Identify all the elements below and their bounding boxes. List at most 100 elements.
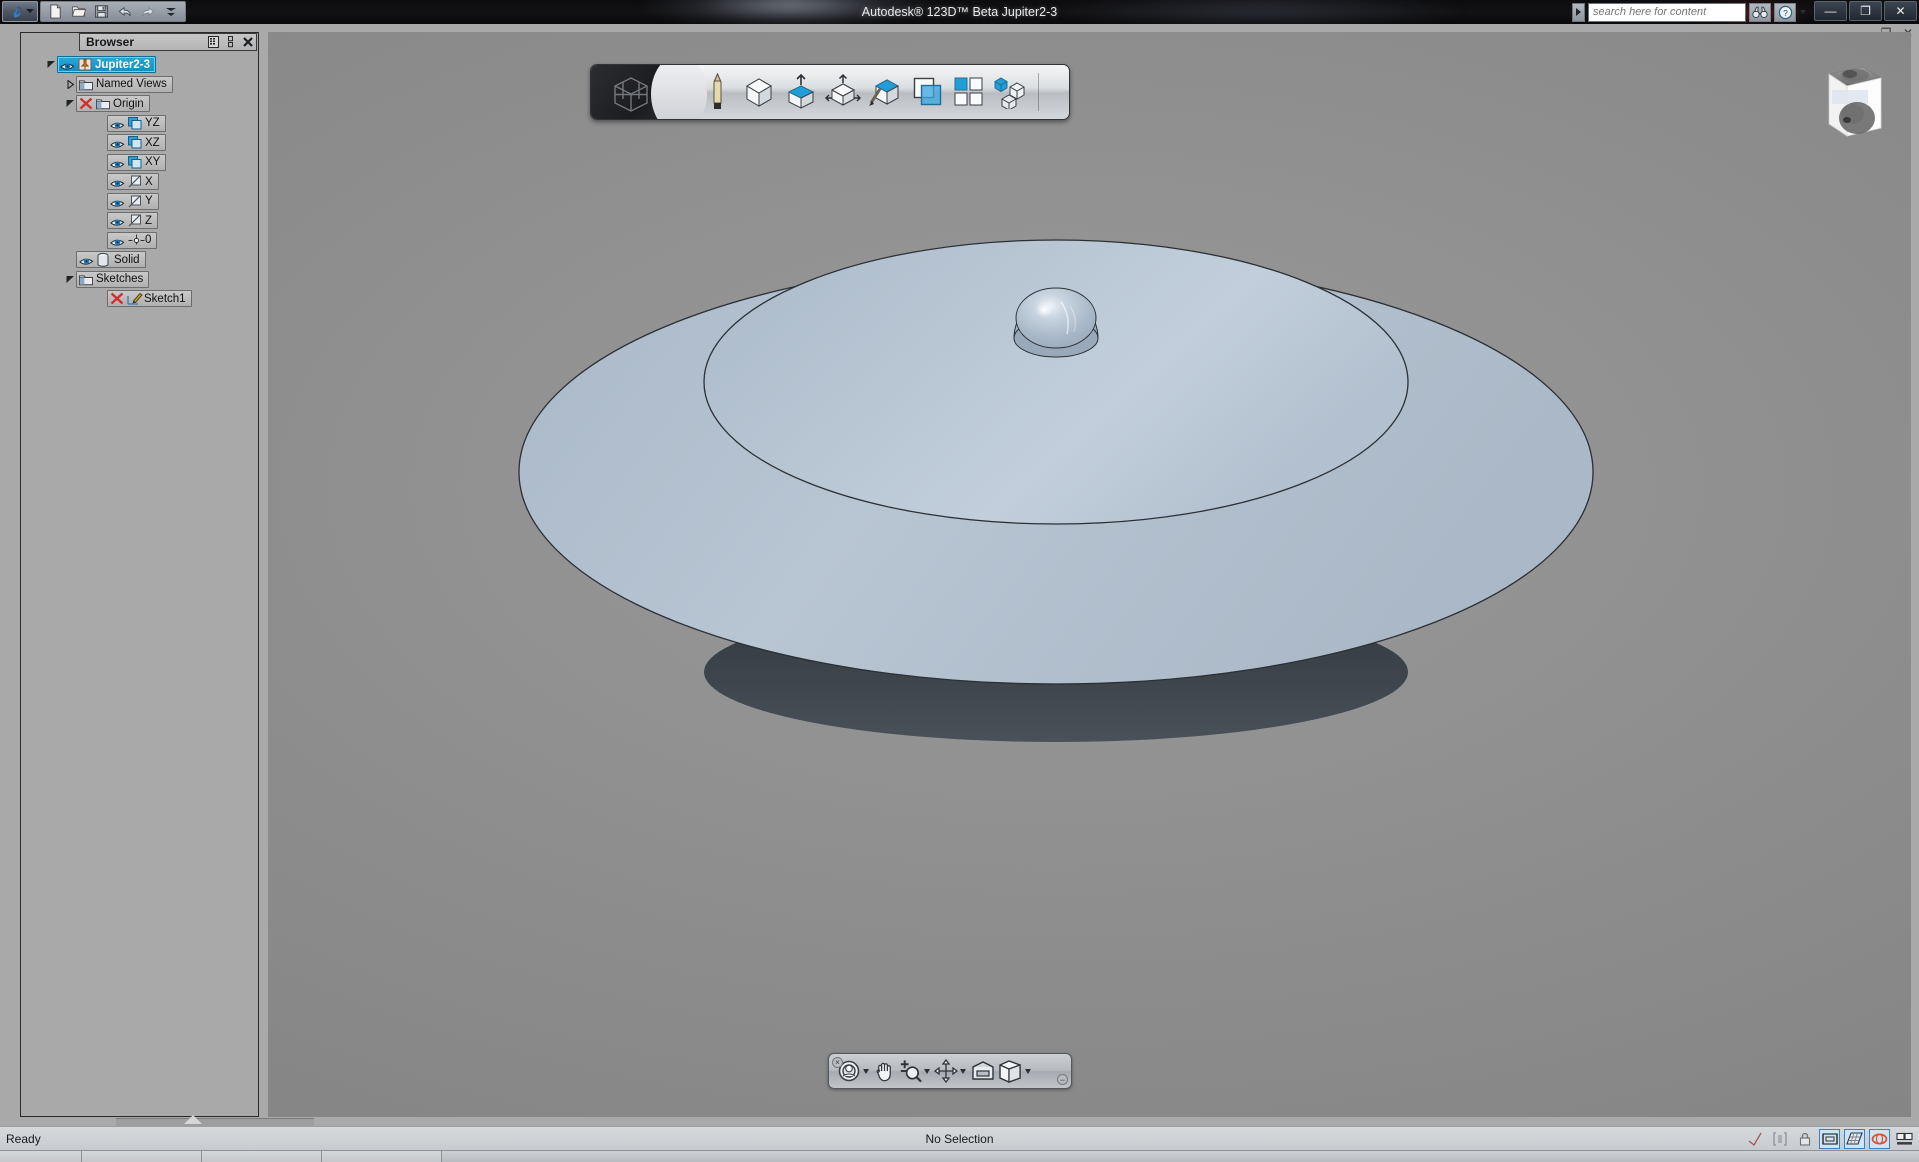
constraint-icon[interactable] xyxy=(1769,1129,1790,1149)
tree-node[interactable]: XZ xyxy=(107,134,166,152)
look-at-tool-button[interactable] xyxy=(970,1056,996,1086)
home-button[interactable] xyxy=(591,65,707,119)
column-icon[interactable] xyxy=(222,34,239,50)
tree-row-y[interactable]: Y xyxy=(21,192,260,212)
search-input[interactable] xyxy=(1588,2,1746,22)
help-icon[interactable]: ? xyxy=(1774,2,1796,22)
model-saucer[interactable] xyxy=(268,32,1911,1117)
view-cube[interactable] xyxy=(1807,58,1891,146)
taskbar-item[interactable] xyxy=(0,1151,82,1162)
navbar-close-icon[interactable]: × xyxy=(832,1057,843,1068)
application-menu-button[interactable] xyxy=(2,1,38,22)
sketch-grid-icon[interactable] xyxy=(1844,1128,1865,1149)
tree-node[interactable]: Sketch1 xyxy=(107,290,192,308)
help-dropdown-icon[interactable] xyxy=(1800,10,1806,14)
scroll-resize-handle[interactable] xyxy=(184,1115,202,1124)
tree-row-sketches[interactable]: Sketches xyxy=(21,270,260,290)
visibility-eye-icon[interactable] xyxy=(60,59,75,70)
visibility-eye-icon[interactable] xyxy=(110,137,125,148)
tree-node[interactable]: X xyxy=(107,173,159,191)
maximize-button[interactable]: ❐ xyxy=(1849,1,1882,21)
tree-row-z[interactable]: Z xyxy=(21,211,260,231)
status-bar: Ready No Selection xyxy=(0,1126,1919,1150)
visibility-eye-icon[interactable] xyxy=(110,176,125,187)
tree-row-solid[interactable]: Solid xyxy=(21,250,260,270)
lock-icon[interactable] xyxy=(1794,1129,1815,1149)
visibility-eye-icon[interactable] xyxy=(110,157,125,168)
3d-viewport[interactable]: × − xyxy=(268,32,1911,1117)
taskbar-item[interactable] xyxy=(202,1151,322,1162)
layout-icon[interactable] xyxy=(1894,1129,1915,1149)
tree-node[interactable]: Y xyxy=(107,192,159,210)
visibility-eye-icon[interactable] xyxy=(110,215,125,226)
hidden-cross-icon[interactable] xyxy=(110,292,124,305)
display-dropdown-icon[interactable] xyxy=(1025,1068,1031,1074)
display-settings-button[interactable] xyxy=(997,1056,1023,1086)
visibility-eye-icon[interactable] xyxy=(110,118,125,129)
minimize-button[interactable]: — xyxy=(1814,1,1847,21)
new-file-button[interactable] xyxy=(45,2,66,21)
chevron-right-icon[interactable] xyxy=(64,78,76,90)
taskbar-item[interactable] xyxy=(82,1151,202,1162)
tree-node[interactable]: Origin xyxy=(76,95,150,113)
visibility-eye-icon[interactable] xyxy=(79,254,94,265)
snap-icon[interactable] xyxy=(1744,1129,1765,1149)
tree-node[interactable]: Named Views xyxy=(76,75,173,93)
tree-node[interactable]: YZ xyxy=(107,114,166,132)
customize-qat-button[interactable] xyxy=(160,2,181,21)
tree-row-x[interactable]: X xyxy=(21,172,260,192)
chevron-down-icon[interactable] xyxy=(45,59,57,71)
tree-node-label: Sketch1 xyxy=(144,292,186,305)
tree-node[interactable]: Solid xyxy=(76,251,146,269)
modify-tool-button[interactable] xyxy=(822,69,864,115)
tree-row-sketch1[interactable]: Sketch1 xyxy=(21,289,260,309)
tree-node[interactable]: 0 xyxy=(107,231,158,249)
taskbar-item[interactable] xyxy=(322,1151,442,1162)
pan-tool-button[interactable] xyxy=(873,1056,896,1086)
tree-node[interactable]: Z xyxy=(107,212,159,230)
visibility-eye-icon[interactable] xyxy=(110,196,125,207)
zoom-dropdown-icon[interactable] xyxy=(924,1068,930,1074)
tree-row-origin[interactable]: Origin xyxy=(21,94,260,114)
tree-node[interactable]: Jupiter2-3 xyxy=(57,56,156,74)
navbar-minimize-icon[interactable]: − xyxy=(1057,1074,1068,1085)
primitives-tool-button[interactable] xyxy=(738,69,780,115)
axis-icon xyxy=(128,214,142,227)
visibility-eye-icon[interactable] xyxy=(110,235,125,246)
assemble-tool-button[interactable] xyxy=(990,69,1032,115)
orbit-status-icon[interactable] xyxy=(1869,1128,1890,1149)
save-file-button[interactable] xyxy=(91,2,112,21)
steering-wheel-dropdown-icon[interactable] xyxy=(863,1068,869,1074)
window-controls: — ❐ ✕ xyxy=(1814,1,1917,21)
close-icon[interactable] xyxy=(239,34,256,50)
tree-node[interactable]: XY xyxy=(107,153,167,171)
hidden-cross-icon[interactable] xyxy=(79,97,93,110)
zoom-tool-button[interactable] xyxy=(897,1056,922,1086)
undo-button[interactable] xyxy=(114,2,135,21)
autodesk-logo-icon xyxy=(10,4,26,20)
tree-row-yz[interactable]: YZ xyxy=(21,114,260,134)
pattern-tool-button[interactable] xyxy=(948,69,990,115)
tree-row-jupiter2-3[interactable]: Jupiter2-3 xyxy=(21,55,260,75)
chevron-down-icon[interactable] xyxy=(64,98,76,110)
construct-tool-button[interactable] xyxy=(780,69,822,115)
orbit-tool-button[interactable] xyxy=(934,1056,958,1086)
sketch-on-face-tool-button[interactable] xyxy=(864,69,906,115)
combine-tool-button[interactable] xyxy=(906,69,948,115)
infocenter-expand-button[interactable] xyxy=(1572,2,1585,22)
grid-display-icon[interactable] xyxy=(1819,1128,1840,1149)
tree-row-xz[interactable]: XZ xyxy=(21,133,260,153)
solid-icon xyxy=(97,253,111,268)
close-button[interactable]: ✕ xyxy=(1884,1,1917,21)
redo-button[interactable] xyxy=(137,2,158,21)
tree-node[interactable]: Sketches xyxy=(76,270,150,288)
tree-row-0[interactable]: 0 xyxy=(21,231,260,251)
binoculars-icon[interactable] xyxy=(1749,2,1771,22)
chevron-down-icon[interactable] xyxy=(64,273,76,285)
open-file-button[interactable] xyxy=(68,2,89,21)
folder-icon xyxy=(79,273,93,286)
tree-row-named-views[interactable]: Named Views xyxy=(21,75,260,95)
orbit-dropdown-icon[interactable] xyxy=(960,1068,966,1074)
grid-icon[interactable] xyxy=(205,34,222,50)
tree-row-xy[interactable]: XY xyxy=(21,153,260,173)
